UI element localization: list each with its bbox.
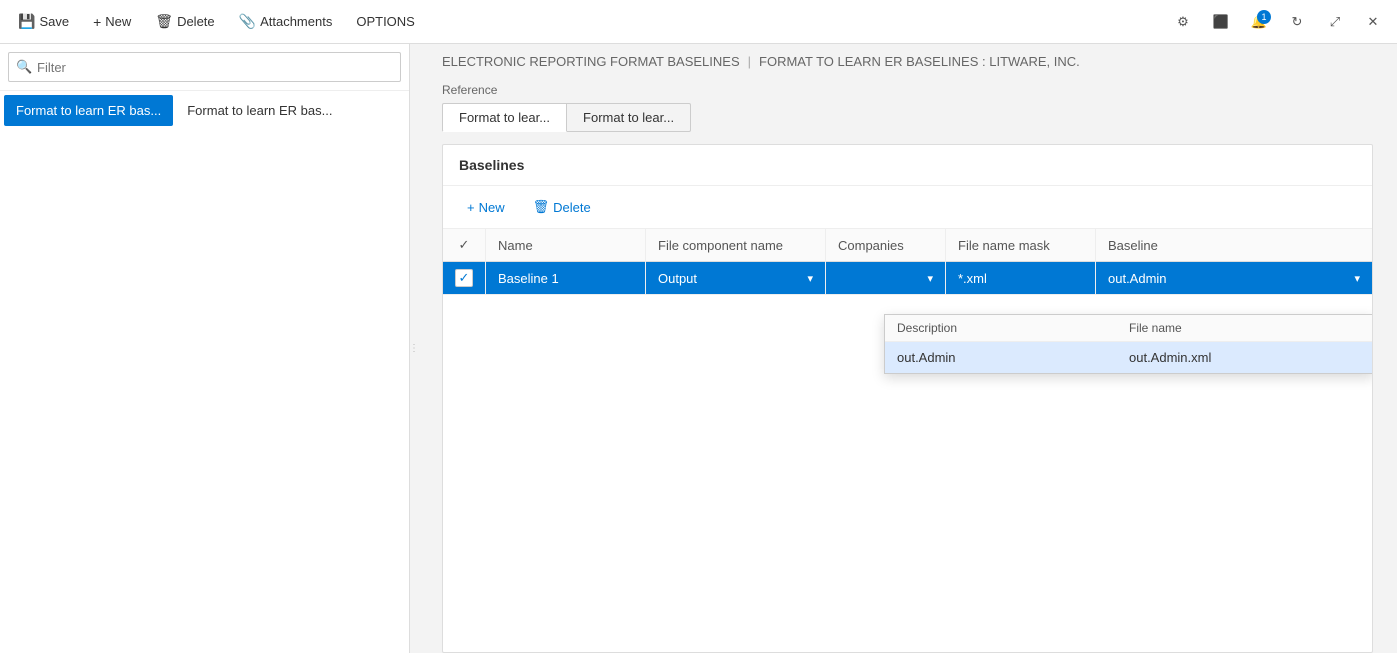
expand-icon: ⤢ xyxy=(1330,14,1340,30)
plus-icon: + xyxy=(93,14,101,30)
baselines-delete-label: Delete xyxy=(553,200,591,215)
file-component-value: Output xyxy=(658,271,697,286)
sidebar-item-0[interactable]: Format to learn ER bas... xyxy=(4,95,173,126)
reference-tab-1[interactable]: Format to lear... xyxy=(442,103,567,132)
row-baseline-cell[interactable]: out.Admin ▾ xyxy=(1096,262,1373,295)
notification-badge: 1 xyxy=(1257,10,1271,24)
companies-header: Companies xyxy=(838,238,904,253)
row-name-value: Baseline 1 xyxy=(498,271,559,286)
popup-col-filename: File name xyxy=(1129,321,1361,335)
baselines-table-container: ✓ Name File component name Companies xyxy=(443,229,1372,652)
sidebar-item-1[interactable]: Format to learn ER bas... xyxy=(175,95,344,126)
name-header: Name xyxy=(498,238,533,253)
refresh-btn[interactable]: ↻ xyxy=(1281,6,1313,38)
check-header: ✓ xyxy=(459,237,470,252)
baseline-value: out.Admin xyxy=(1108,271,1167,286)
baseline-dropdown-popup: Description File name out.Admin out.Admi… xyxy=(884,314,1372,374)
reference-tab-2[interactable]: Format to lear... xyxy=(567,103,691,132)
delete-icon: 🗑 xyxy=(155,13,173,30)
reference-tabs: Format to lear... Format to lear... xyxy=(442,103,1373,132)
dropdown-popup-header: Description File name xyxy=(885,315,1372,342)
settings-icon: ⚙ xyxy=(1177,14,1189,30)
breadcrumb-part1: ELECTRONIC REPORTING FORMAT BASELINES xyxy=(442,54,740,69)
row-companies-cell[interactable]: ▾ xyxy=(826,262,946,295)
new-label: New xyxy=(105,14,131,29)
delete-label: Delete xyxy=(177,14,215,29)
baseline-dropdown-arrow-icon: ▾ xyxy=(1354,272,1360,285)
office-icon-btn[interactable]: ⬛ xyxy=(1205,6,1237,38)
reference-section: Reference Format to lear... Format to le… xyxy=(418,79,1397,144)
settings-icon-btn[interactable]: ⚙ xyxy=(1167,6,1199,38)
baselines-toolbar: + New 🗑 Delete xyxy=(443,186,1372,229)
dropdown-arrow-icon: ▾ xyxy=(807,272,813,285)
table-row[interactable]: ✓ Baseline 1 Output ▾ xyxy=(443,262,1372,295)
save-icon: 💾 xyxy=(18,13,35,30)
companies-dropdown-arrow-icon: ▾ xyxy=(927,272,933,285)
filter-box: 🔍 xyxy=(0,44,409,91)
col-companies[interactable]: Companies xyxy=(826,229,946,262)
close-btn[interactable]: ✕ xyxy=(1357,6,1389,38)
baselines-new-icon: + xyxy=(467,200,475,215)
baselines-panel: Baselines + New 🗑 Delete ✓ xyxy=(442,144,1373,653)
save-label: Save xyxy=(39,14,69,29)
attachments-button[interactable]: 📎 Attachments xyxy=(229,7,343,36)
col-name[interactable]: Name xyxy=(486,229,646,262)
breadcrumb-part2: FORMAT TO LEARN ER BASELINES : LITWARE, … xyxy=(759,54,1080,69)
main-toolbar: 💾 Save + New 🗑 Delete 📎 Attachments OPTI… xyxy=(0,0,1397,44)
resize-handle[interactable]: ⋮ xyxy=(410,44,418,653)
file-mask-header: File name mask xyxy=(958,238,1050,253)
baselines-table: ✓ Name File component name Companies xyxy=(443,229,1372,295)
row-check-cell: ✓ xyxy=(443,262,486,295)
toolbar-right-actions: ⚙ ⬛ 🔔 1 ↻ ⤢ ✕ xyxy=(1167,6,1389,38)
main-container: 🔍 Format to learn ER bas... Format to le… xyxy=(0,44,1397,653)
baseline-header: Baseline xyxy=(1108,238,1158,253)
col-file-mask[interactable]: File name mask xyxy=(946,229,1096,262)
popup-description-value: out.Admin xyxy=(897,350,1129,365)
reference-label: Reference xyxy=(442,83,1373,97)
companies-dropdown[interactable]: ▾ xyxy=(838,272,933,285)
options-label: OPTIONS xyxy=(356,14,415,29)
table-body: ✓ Baseline 1 Output ▾ xyxy=(443,262,1372,295)
refresh-icon: ↻ xyxy=(1292,14,1303,30)
filter-search-icon: 🔍 xyxy=(16,59,32,75)
table-header: ✓ Name File component name Companies xyxy=(443,229,1372,262)
file-component-header: File component name xyxy=(658,238,783,253)
baselines-new-label: New xyxy=(479,200,505,215)
delete-button[interactable]: 🗑 Delete xyxy=(145,7,224,36)
row-file-mask-cell: *.xml xyxy=(946,262,1096,295)
file-mask-value: *.xml xyxy=(958,271,987,286)
dropdown-popup-row-0[interactable]: out.Admin out.Admin.xml xyxy=(885,342,1372,373)
filter-input[interactable] xyxy=(8,52,401,82)
baselines-delete-button[interactable]: 🗑 Delete xyxy=(521,194,603,220)
office-icon: ⬛ xyxy=(1213,14,1229,30)
content-area: ELECTRONIC REPORTING FORMAT BASELINES | … xyxy=(418,44,1397,653)
col-baseline[interactable]: Baseline xyxy=(1096,229,1373,262)
popup-col-description: Description xyxy=(897,321,1129,335)
col-check: ✓ xyxy=(443,229,486,262)
attachment-icon: 📎 xyxy=(239,13,256,30)
attachments-label: Attachments xyxy=(260,14,332,29)
breadcrumb-separator: | xyxy=(748,54,751,69)
save-button[interactable]: 💾 Save xyxy=(8,7,79,36)
sidebar-items-list: Format to learn ER bas... Format to lear… xyxy=(0,91,409,130)
row-name-cell: Baseline 1 xyxy=(486,262,646,295)
sidebar: 🔍 Format to learn ER bas... Format to le… xyxy=(0,44,410,653)
notification-btn[interactable]: 🔔 1 xyxy=(1243,6,1275,38)
baselines-new-button[interactable]: + New xyxy=(455,194,517,220)
new-button[interactable]: + New xyxy=(83,8,141,36)
popup-filename-value: out.Admin.xml xyxy=(1129,350,1361,365)
expand-btn[interactable]: ⤢ xyxy=(1319,6,1351,38)
baselines-delete-icon: 🗑 xyxy=(533,199,550,215)
row-checkbox[interactable]: ✓ xyxy=(455,269,473,287)
file-component-dropdown[interactable]: Output ▾ xyxy=(658,271,813,286)
row-file-component-cell[interactable]: Output ▾ xyxy=(646,262,826,295)
baselines-title: Baselines xyxy=(443,145,1372,186)
filter-wrapper: 🔍 xyxy=(8,52,401,82)
col-file-component[interactable]: File component name xyxy=(646,229,826,262)
options-button[interactable]: OPTIONS xyxy=(346,8,425,35)
close-icon: ✕ xyxy=(1368,14,1379,30)
table-header-row: ✓ Name File component name Companies xyxy=(443,229,1372,262)
baseline-dropdown[interactable]: out.Admin ▾ xyxy=(1108,271,1360,286)
breadcrumb: ELECTRONIC REPORTING FORMAT BASELINES | … xyxy=(418,44,1397,79)
